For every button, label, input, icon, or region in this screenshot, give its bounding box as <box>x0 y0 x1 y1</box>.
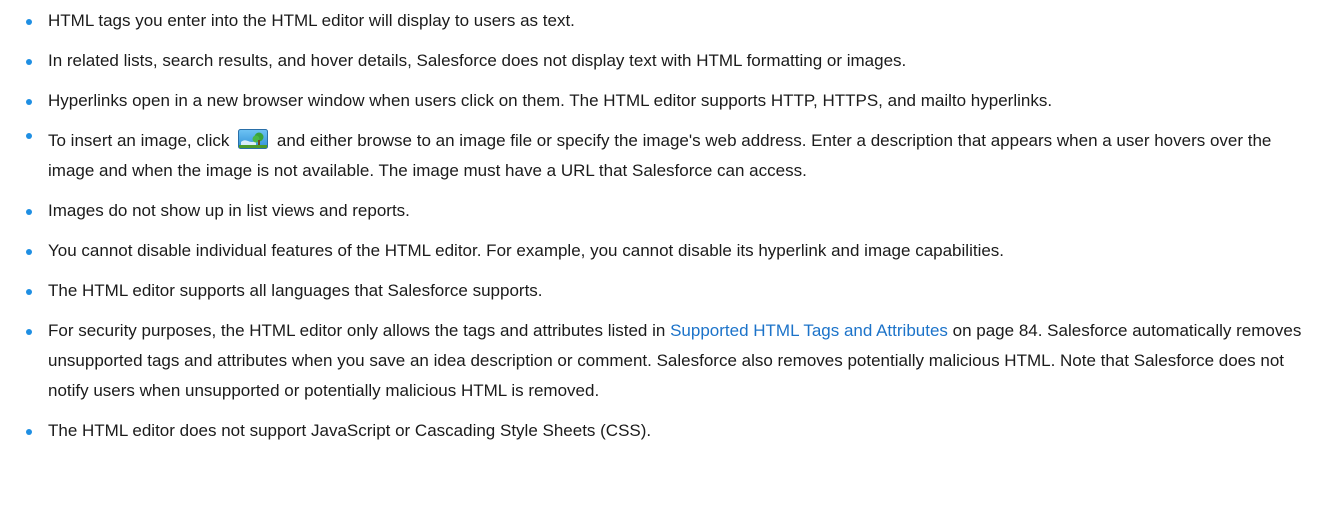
bullet-icon <box>26 329 32 335</box>
list-item-text: For security purposes, the HTML editor o… <box>48 321 666 340</box>
list-item: Images do not show up in list views and … <box>0 196 1318 226</box>
list-item: HTML tags you enter into the HTML editor… <box>0 6 1318 36</box>
list-item: The HTML editor does not support JavaScr… <box>0 416 1318 446</box>
list-item: In related lists, search results, and ho… <box>0 46 1318 76</box>
list-item: You cannot disable individual features o… <box>0 236 1318 266</box>
bullet-icon <box>26 249 32 255</box>
bullet-icon <box>26 429 32 435</box>
list-item-text: You cannot disable individual features o… <box>48 241 1005 260</box>
list-item-text: The HTML editor does not support JavaScr… <box>48 421 652 440</box>
list-item: For security purposes, the HTML editor o… <box>0 316 1318 406</box>
insert-image-icon <box>238 129 269 149</box>
list-item: The HTML editor supports all languages t… <box>0 276 1318 306</box>
list-item-text: HTML tags you enter into the HTML editor… <box>48 11 575 30</box>
list-item: Hyperlinks open in a new browser window … <box>0 86 1318 116</box>
list-item-text: Hyperlinks open in a new browser window … <box>48 91 1053 110</box>
list-item-text: In related lists, search results, and ho… <box>48 51 907 70</box>
bullet-icon <box>26 59 32 65</box>
list-item-text: Images do not show up in list views and … <box>48 201 410 220</box>
bullet-icon <box>26 19 32 25</box>
list-item-text-continued: and either browse to an image file or sp… <box>48 131 1272 180</box>
document-body: HTML tags you enter into the HTML editor… <box>0 0 1318 446</box>
bullet-icon <box>26 209 32 215</box>
bullet-icon <box>26 133 32 139</box>
bullet-icon <box>26 99 32 105</box>
list-item-text: To insert an image, click <box>48 131 230 150</box>
bullet-list: HTML tags you enter into the HTML editor… <box>0 6 1318 446</box>
list-item: To insert an image, click and either bro… <box>0 126 1318 186</box>
supported-html-tags-link[interactable]: Supported HTML Tags and Attributes <box>670 321 948 340</box>
bullet-icon <box>26 289 32 295</box>
list-item-text: The HTML editor supports all languages t… <box>48 281 543 300</box>
